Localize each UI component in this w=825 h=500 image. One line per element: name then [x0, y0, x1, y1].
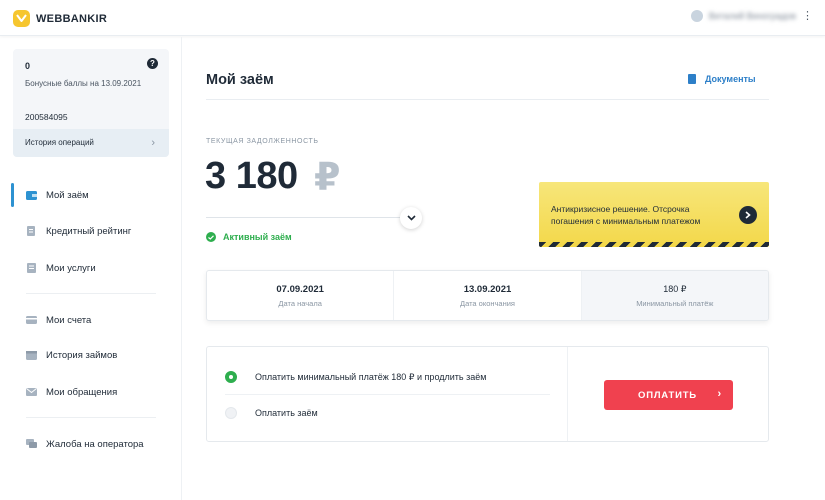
radio-selected[interactable] — [225, 371, 237, 383]
sidebar-item-label: Мои обращения — [46, 386, 118, 398]
option-min-payment[interactable]: Оплатить минимальный платёж 180 ₽ и прод… — [225, 371, 486, 383]
start-date-label: Дата начала — [278, 299, 322, 308]
end-date-label: Дата окончания — [459, 299, 515, 308]
more-icon[interactable]: ⋮ — [802, 11, 813, 22]
chevron-down-icon — [406, 215, 416, 221]
hazard-stripes — [539, 242, 769, 247]
logo-icon — [13, 10, 30, 27]
sidebar-divider — [26, 293, 156, 294]
bonus-value: 0 — [25, 61, 31, 71]
loan-dates-panel: 07.09.2021 Дата начала 13.09.2021 Дата о… — [206, 270, 769, 321]
chat-icon — [26, 439, 37, 448]
sidebar-item-my-loan[interactable]: Мой заём — [0, 182, 182, 208]
top-header: WEBBANKIR Виталий Виноградов ⋮ — [0, 0, 825, 36]
sidebar-item-label: Мои услуги — [46, 262, 96, 274]
sidebar: 0 ? Бонусные баллы на 13.09.2021 2005840… — [0, 37, 182, 500]
promo-text: Антикризисное решение. Отсрочка погашени… — [551, 204, 701, 226]
pay-button[interactable]: ОПЛАТИТЬ › — [604, 380, 733, 410]
option-divider — [225, 394, 550, 395]
sidebar-item-my-accounts[interactable]: Мои счета — [0, 307, 182, 333]
sidebar-item-label: Мой заём — [46, 189, 89, 201]
expand-details-button[interactable] — [400, 207, 422, 229]
pay-button-label: ОПЛАТИТЬ — [638, 390, 697, 401]
documents-link[interactable]: Документы — [688, 74, 756, 84]
sidebar-item-label: Мои счета — [46, 314, 92, 326]
option-label: Оплатить заём — [255, 408, 318, 418]
account-number: 200584095 — [25, 112, 68, 122]
start-date-cell: 07.09.2021 Дата начала — [207, 271, 395, 320]
chevron-right-icon: › — [151, 137, 155, 149]
loan-status: Активный заём — [206, 232, 292, 242]
title-divider — [206, 99, 769, 100]
sidebar-divider — [26, 417, 156, 418]
documents-label: Документы — [705, 74, 756, 84]
sidebar-item-label: Кредитный рейтинг — [46, 225, 132, 237]
end-date-cell: 13.09.2021 Дата окончания — [394, 271, 582, 320]
debt-amount: 3 180 — [205, 155, 298, 197]
option-label: Оплатить минимальный платёж 180 ₽ и прод… — [255, 371, 487, 382]
sidebar-item-loan-history[interactable]: История займов — [0, 342, 182, 368]
user-name: Виталий Виноградов — [708, 11, 796, 21]
document-icon — [688, 74, 696, 84]
start-date-value: 07.09.2021 — [276, 284, 324, 295]
page-title: Мой заём — [206, 72, 274, 88]
sidebar-item-my-services[interactable]: Мои услуги — [0, 255, 182, 281]
loan-status-label: Активный заём — [223, 232, 292, 242]
debt-label: ТЕКУЩАЯ ЗАДОЛЖЕННОСТЬ — [206, 138, 319, 145]
bonus-label: Бонусные баллы на 13.09.2021 — [25, 79, 142, 88]
sidebar-item-operator-complaint[interactable]: Жалоба на оператора — [0, 431, 182, 457]
calendar-icon — [26, 351, 37, 360]
list-icon — [27, 263, 36, 273]
end-date-value: 13.09.2021 — [463, 284, 512, 295]
operations-history-label: История операций — [25, 138, 94, 147]
debt-divider — [206, 217, 404, 218]
anti-crisis-promo-card[interactable]: Антикризисное решение. Отсрочка погашени… — [539, 182, 769, 247]
sidebar-item-label: Жалоба на оператора — [46, 438, 144, 450]
active-indicator — [11, 183, 14, 207]
logo[interactable]: WEBBANKIR — [13, 10, 107, 27]
sidebar-item-my-requests[interactable]: Мои обращения — [0, 379, 182, 405]
sidebar-item-label: История займов — [46, 349, 118, 361]
user-menu[interactable]: Виталий Виноградов ⋮ — [690, 10, 813, 22]
user-avatar-icon — [690, 10, 703, 22]
mail-icon — [26, 388, 37, 396]
logo-text: WEBBANKIR — [36, 12, 108, 25]
help-icon[interactable]: ? — [147, 58, 158, 69]
option-full-payment[interactable]: Оплатить заём — [225, 407, 318, 419]
chevron-right-icon — [745, 211, 751, 219]
sidebar-item-credit-rating[interactable]: Кредитный рейтинг — [0, 218, 182, 244]
debt-currency: ₽ — [314, 157, 341, 199]
chevron-right-icon: › — [717, 388, 722, 400]
min-payment-label: Минимальный платёж — [636, 299, 714, 308]
promo-arrow-button[interactable] — [739, 206, 757, 224]
document-icon — [27, 226, 35, 236]
payment-divider — [567, 347, 568, 441]
radio-unselected[interactable] — [225, 407, 237, 419]
bonus-card: 0 ? Бонусные баллы на 13.09.2021 2005840… — [13, 49, 169, 157]
wallet-icon — [26, 191, 37, 200]
min-payment-cell: 180 ₽ Минимальный платёж — [581, 271, 768, 320]
operations-history-link[interactable]: История операций › — [13, 129, 169, 157]
payment-panel: Оплатить минимальный платёж 180 ₽ и прод… — [206, 346, 769, 442]
accounts-icon — [26, 316, 37, 324]
min-payment-value: 180 ₽ — [663, 284, 687, 294]
check-circle-icon — [206, 232, 216, 242]
